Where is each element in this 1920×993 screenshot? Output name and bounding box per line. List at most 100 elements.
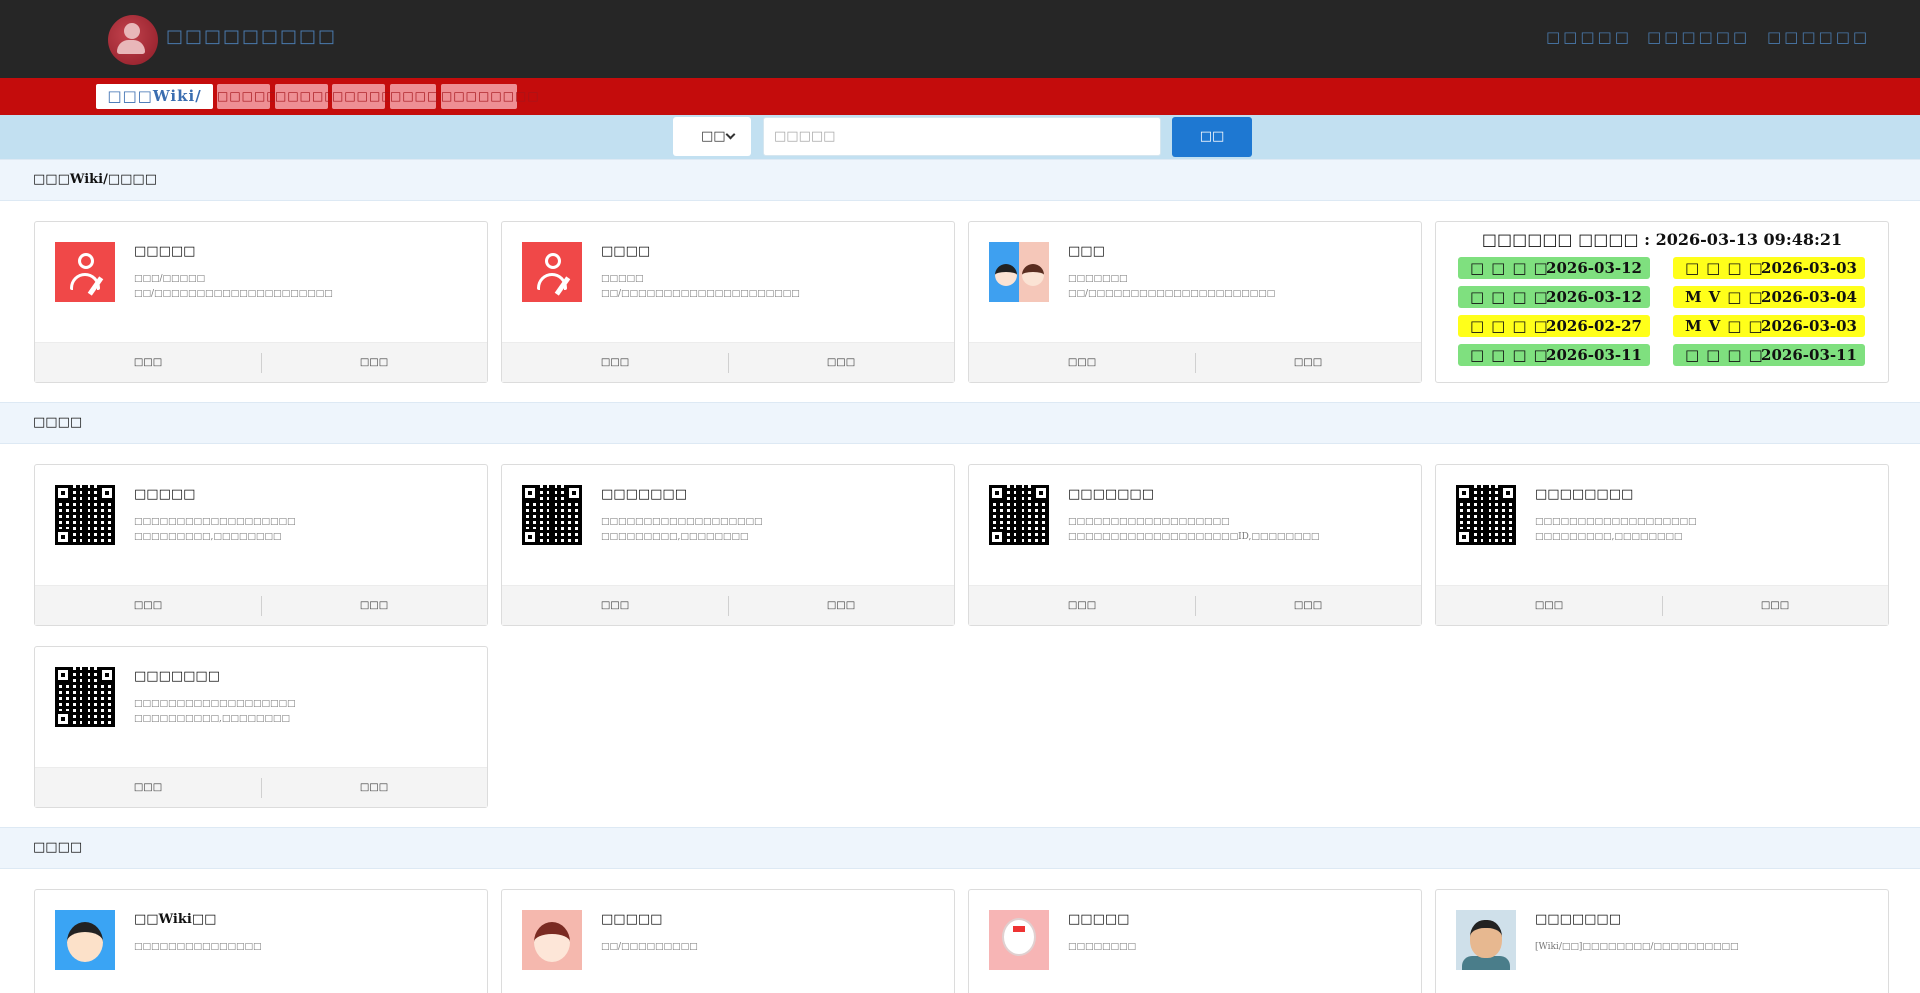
card-actions: □□□ □□□ bbox=[1436, 585, 1888, 625]
top-nav-link-3[interactable]: □□□□□□ bbox=[1767, 28, 1870, 46]
card-description: □□/□□□□□□□□□ bbox=[601, 942, 698, 952]
wiki-card-2[interactable]: □□□□ □□□□□ □□/□□□□□□□□□□□□□□□□□□□□□ □□□ □… bbox=[501, 221, 955, 383]
avatar-edit-icon bbox=[522, 242, 582, 302]
card-title: □□□□□□□□ bbox=[1535, 487, 1634, 502]
card-title: □□□□□□□ bbox=[601, 487, 687, 502]
card-left-button[interactable]: □□□ bbox=[35, 768, 261, 808]
chevron-down-icon bbox=[725, 129, 736, 140]
card-left-button[interactable]: □□□ bbox=[502, 343, 728, 383]
site-title[interactable]: □□□□□□□□□ bbox=[166, 26, 337, 47]
card-title: □□□□□ bbox=[134, 487, 196, 502]
card-description: □□□□□ □□/□□□□□□□□□□□□□□□□□□□□□ bbox=[601, 274, 800, 299]
search-type-select[interactable]: □□ bbox=[673, 117, 751, 156]
wiki-card-3[interactable]: □□□ □□□□□□□ □□/□□□□□□□□□□□□□□□□□□□□□□ □□□… bbox=[968, 221, 1422, 383]
qr-code-icon bbox=[1456, 485, 1516, 545]
card-left-button[interactable]: □□□ bbox=[502, 586, 728, 626]
tab-4[interactable]: □□□□□ bbox=[332, 84, 393, 109]
tab-2[interactable]: □□□□□ bbox=[217, 84, 278, 109]
card-title: □□□□ bbox=[601, 244, 651, 259]
card-title: □□□□□ bbox=[134, 244, 196, 259]
card-left-button[interactable]: □□□ bbox=[35, 586, 261, 626]
section-header-qr: □□□□ bbox=[0, 402, 1920, 444]
section-header-wiki: □□□Wiki/□□□□ bbox=[0, 159, 1920, 201]
wiki-card-1[interactable]: □□□□□ □□□/□□□□□ □□/□□□□□□□□□□□□□□□□□□□□□ … bbox=[34, 221, 488, 383]
card-title: □□□□□ bbox=[601, 912, 663, 927]
update-tag: □□□□ 2026-03-03 bbox=[1673, 257, 1865, 279]
card-title: □□Wiki□□ bbox=[134, 912, 217, 927]
card-actions: □□□ □□□ bbox=[502, 342, 954, 382]
card-right-button[interactable]: □□□ bbox=[1662, 586, 1888, 626]
people-card-3[interactable]: □□□□□ □□□□□□□□ bbox=[968, 889, 1422, 993]
card-actions: □□□ □□□ bbox=[502, 585, 954, 625]
card-left-button[interactable]: □□□ bbox=[1436, 586, 1662, 626]
qr-card-1[interactable]: □□□□□ □□□□□□□□□□□□□□□□□□□ □□□□□□□□□,□□□□□… bbox=[34, 464, 488, 626]
update-tag: □□□□ 2026-03-11 bbox=[1673, 344, 1865, 366]
tab-5[interactable]: □□□□ bbox=[390, 84, 438, 109]
qr-card-4[interactable]: □□□□□□□□ □□□□□□□□□□□□□□□□□□□ □□□□□□□□□,□□… bbox=[1435, 464, 1889, 626]
qr-card-2[interactable]: □□□□□□□ □□□□□□□□□□□□□□□□□□□ □□□□□□□□□,□□□… bbox=[501, 464, 955, 626]
top-bar: □□□□□□□□□ □□□□□ □□□□□□ □□□□□□ bbox=[0, 0, 1920, 78]
qr-code-icon bbox=[522, 485, 582, 545]
girl-avatar-icon bbox=[522, 910, 582, 970]
qr-code-icon bbox=[989, 485, 1049, 545]
update-times-title: □□□□□□ □□□□ : 2026-03-13 09:48:21 bbox=[1481, 230, 1843, 249]
top-nav-link-2[interactable]: □□□□□□ bbox=[1647, 28, 1750, 46]
section-title: □□□Wiki/□□□□ bbox=[33, 172, 157, 187]
card-actions: □□□ □□□ bbox=[969, 585, 1421, 625]
update-tag: □□□□ 2026-03-11 bbox=[1458, 344, 1650, 366]
search-button[interactable]: □□ bbox=[1172, 117, 1252, 157]
tab-6[interactable]: □□□□□□□□ bbox=[441, 84, 539, 109]
update-tag: □□□□ 2026-02-27 bbox=[1458, 315, 1650, 337]
card-title: □□□□□□□ bbox=[1068, 487, 1154, 502]
card-right-button[interactable]: □□□ bbox=[261, 343, 487, 383]
section-title: □□□□ bbox=[33, 415, 83, 430]
section-header-people: □□□□ bbox=[0, 827, 1920, 869]
people-card-2[interactable]: □□□□□ □□/□□□□□□□□□ bbox=[501, 889, 955, 993]
man-avatar-icon bbox=[1456, 910, 1516, 970]
tab-wiki[interactable]: □□□Wiki/□□□□ bbox=[96, 84, 213, 130]
avatar-edit-icon bbox=[55, 242, 115, 302]
card-description: □□□□□□□□□□□□□□□□□□□ □□□□□□□□□□□□□□□□□□□□I… bbox=[1068, 517, 1320, 542]
card-title: □□□ bbox=[1068, 244, 1105, 259]
card-title: □□□□□□□ bbox=[1535, 912, 1621, 927]
card-left-button[interactable]: □□□ bbox=[969, 586, 1195, 626]
card-actions: □□□ □□□ bbox=[35, 585, 487, 625]
boy-avatar-icon bbox=[55, 910, 115, 970]
top-nav-link-1[interactable]: □□□□□ bbox=[1546, 28, 1632, 46]
qr-card-5[interactable]: □□□□□□□ □□□□□□□□□□□□□□□□□□□ □□□□□□□□□□,□□… bbox=[34, 646, 488, 808]
category-tab-bar: □□□Wiki/□□□□ □ □□□□ □ □□□□ □ □□□□ □□□□ □□□□… bbox=[0, 78, 1920, 130]
card-right-button[interactable]: □□□ bbox=[261, 586, 487, 626]
card-description: □□□□□□□□□□□□□□□□□□□ □□□□□□□□□,□□□□□□□□ bbox=[601, 517, 763, 542]
character-avatar-icon bbox=[989, 910, 1049, 970]
qr-card-3[interactable]: □□□□□□□ □□□□□□□□□□□□□□□□□□□ □□□□□□□□□□□□□… bbox=[968, 464, 1422, 626]
card-description: □□□/□□□□□ □□/□□□□□□□□□□□□□□□□□□□□□ bbox=[134, 274, 333, 299]
card-description: [Wiki/□□]□□□□□□□□/□□□□□□□□□□ bbox=[1535, 942, 1739, 952]
update-tag: □□□□ 2026-03-12 bbox=[1458, 286, 1650, 308]
update-tag: □□□□ 2026-03-12 bbox=[1458, 257, 1650, 279]
site-logo-icon[interactable] bbox=[108, 15, 158, 65]
card-title: □□□□□□□ bbox=[134, 669, 220, 684]
card-right-button[interactable]: □□□ bbox=[1195, 586, 1421, 626]
card-right-button[interactable]: □□□ bbox=[728, 343, 954, 383]
card-left-button[interactable]: □□□ bbox=[35, 343, 261, 383]
qr-code-icon bbox=[55, 667, 115, 727]
section-title: □□□□ bbox=[33, 840, 83, 855]
people-card-1[interactable]: □□Wiki□□ □□□□□□□□□□□□□□□ bbox=[34, 889, 488, 993]
card-description: □□□□□□□ □□/□□□□□□□□□□□□□□□□□□□□□□ bbox=[1068, 274, 1276, 299]
card-left-button[interactable]: □□□ bbox=[969, 343, 1195, 383]
card-title: □□□□□ bbox=[1068, 912, 1130, 927]
search-type-value: □□ bbox=[701, 129, 726, 144]
card-right-button[interactable]: □□□ bbox=[728, 586, 954, 626]
update-times-card: □□□□□□ □□□□ : 2026-03-13 09:48:21 □□□□ 20… bbox=[1435, 221, 1889, 383]
card-actions: □□□ □□□ bbox=[969, 342, 1421, 382]
people-card-4[interactable]: □□□□□□□ [Wiki/□□]□□□□□□□□/□□□□□□□□□□ bbox=[1435, 889, 1889, 993]
card-description: □□□□□□□□□□□□□□□□□□□ □□□□□□□□□,□□□□□□□□ bbox=[1535, 517, 1697, 542]
search-bar: □□ □□ bbox=[0, 115, 1920, 159]
couple-avatar-icon bbox=[989, 242, 1049, 302]
qr-code-icon bbox=[55, 485, 115, 545]
card-actions: □□□ □□□ bbox=[35, 342, 487, 382]
search-input[interactable] bbox=[763, 117, 1161, 156]
card-right-button[interactable]: □□□ bbox=[261, 768, 487, 808]
card-right-button[interactable]: □□□ bbox=[1195, 343, 1421, 383]
tab-3[interactable]: □□□□□ bbox=[275, 84, 336, 109]
